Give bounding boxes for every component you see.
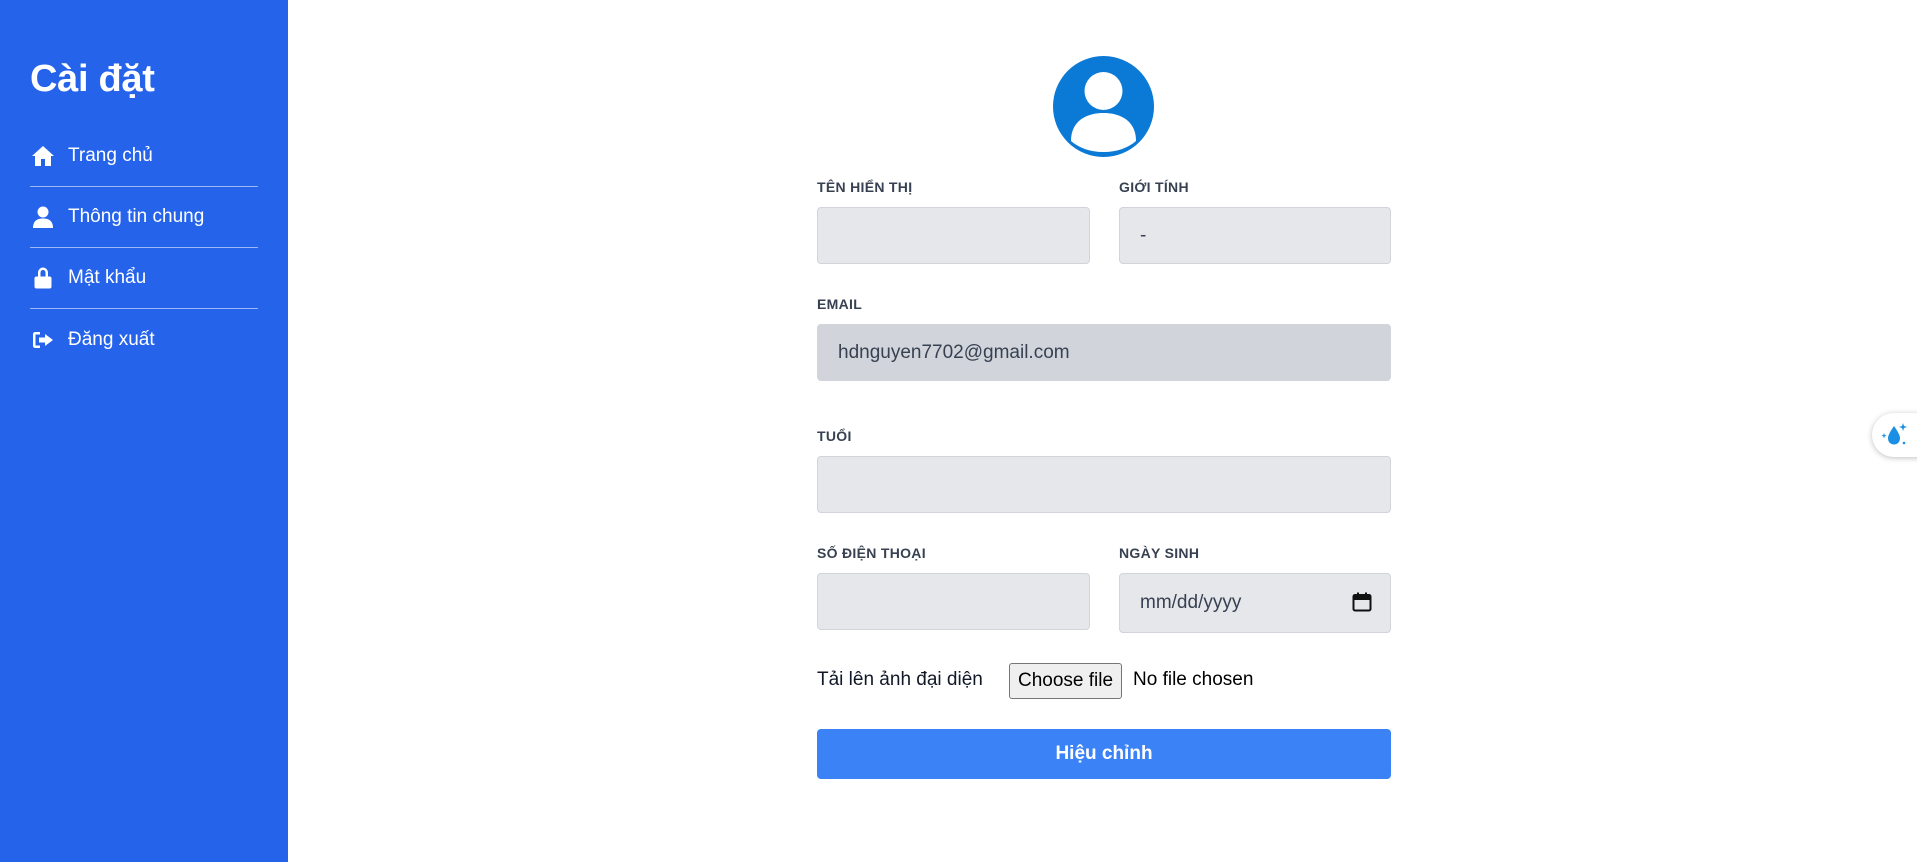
sidebar-nav: Trang chủ Thông tin chung Mật khẩu Đăng … — [30, 126, 258, 370]
logout-icon — [30, 327, 56, 353]
sidebar-item-label: Trang chủ — [68, 145, 153, 166]
email-value: hdnguyen7702@gmail.com — [838, 341, 1070, 363]
age-label: TUỔI — [817, 428, 852, 444]
sidebar-title: Cài đặt — [30, 58, 155, 100]
sidebar-item-label: Mật khẩu — [68, 267, 147, 288]
gender-label: GIỚI TÍNH — [1119, 179, 1189, 195]
phone-field[interactable] — [817, 573, 1090, 630]
sidebar-item-logout[interactable]: Đăng xuất — [30, 309, 258, 370]
edit-submit-button[interactable]: Hiệu chỉnh — [817, 729, 1391, 779]
home-icon — [30, 143, 56, 169]
calendar-icon[interactable] — [1352, 592, 1372, 612]
display-name-label: TÊN HIỂN THỊ — [817, 179, 913, 195]
birthday-label: NGÀY SINH — [1119, 545, 1200, 561]
user-icon — [30, 204, 56, 230]
sidebar-item-label: Đăng xuất — [68, 328, 155, 350]
file-status: No file chosen — [1133, 669, 1254, 690]
email-label: EMAIL — [817, 296, 863, 312]
sidebar-item-general-info[interactable]: Thông tin chung — [30, 187, 258, 248]
lock-icon — [30, 265, 56, 291]
sidebar-item-password[interactable]: Mật khẩu — [30, 248, 258, 309]
sidebar: Cài đặt Trang chủ Thông tin chung Mật kh… — [0, 0, 288, 862]
sidebar-item-label: Thông tin chung — [68, 206, 205, 227]
gender-field[interactable]: - — [1119, 207, 1391, 264]
sidebar-item-home[interactable]: Trang chủ — [30, 126, 258, 187]
display-name-field[interactable] — [817, 207, 1090, 264]
birthday-field[interactable]: mm/dd/yyyy — [1119, 573, 1391, 633]
avatar — [1053, 56, 1154, 157]
phone-label: SỐ ĐIỆN THOẠI — [817, 545, 926, 561]
choose-file-button[interactable]: Choose file — [1009, 663, 1123, 699]
age-field[interactable] — [817, 456, 1391, 513]
gender-value: - — [1140, 224, 1147, 246]
floating-extension-widget[interactable] — [1872, 413, 1917, 457]
user-avatar-icon — [1071, 72, 1136, 152]
email-field[interactable]: hdnguyen7702@gmail.com — [817, 324, 1391, 381]
water-drop-sparkle-icon — [1881, 423, 1907, 445]
birthday-placeholder: mm/dd/yyyy — [1140, 592, 1242, 613]
upload-avatar-label: Tải lên ảnh đại diện — [817, 669, 983, 690]
